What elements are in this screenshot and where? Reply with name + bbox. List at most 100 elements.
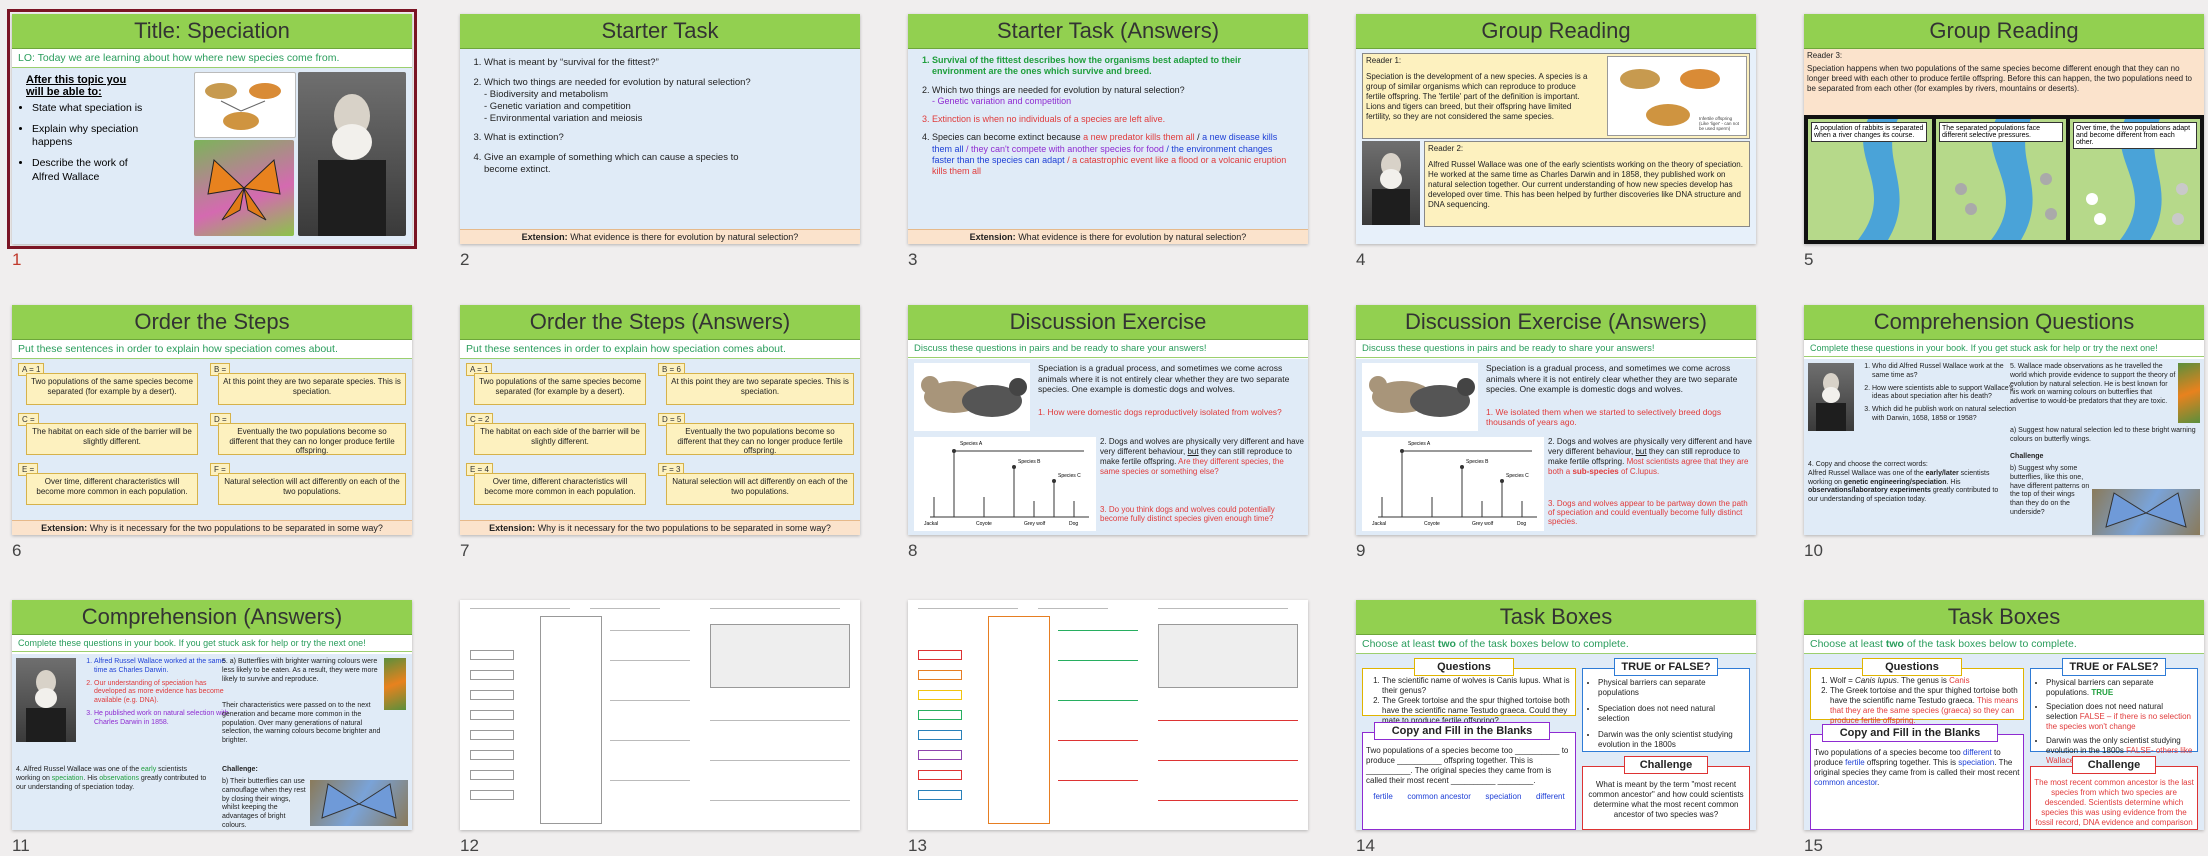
comic-panel-1: A population of rabbits is separated whe… xyxy=(1808,119,1932,240)
slide-number: 10 xyxy=(1804,541,1823,560)
blue-butterfly-image xyxy=(310,780,408,826)
slide-number: 4 xyxy=(1356,250,1366,269)
slide-number: 6 xyxy=(12,541,22,560)
question-2: 2. Dogs and wolves are physically very d… xyxy=(1100,437,1304,476)
reader-1-box: Reader 1: Speciation is the development … xyxy=(1362,53,1750,139)
liger-image: Infertile offspring (Like 'liger' - can … xyxy=(1607,56,1747,136)
phylogenetic-tree: Species A Species B Species C Jackal Coy… xyxy=(914,437,1096,531)
butterfly-image xyxy=(384,658,406,710)
answer-4: 4. Alfred Russel Wallace was one of the … xyxy=(16,766,207,791)
true-false-header: TRUE or FALSE? xyxy=(2062,658,2166,676)
instructions: Complete these questions in your book. I… xyxy=(12,635,412,652)
butterfly-image xyxy=(2178,363,2200,423)
question-2-option: - Biodiversity and metabolism xyxy=(484,88,609,100)
slide-title: Order the Steps xyxy=(12,305,412,340)
slide-body: Wolf = Canis lupus. The genus is Canis T… xyxy=(1804,654,2204,830)
slide-number: 8 xyxy=(908,541,918,560)
step-box: Natural selection will act differently o… xyxy=(666,473,854,505)
true-false-header: TRUE or FALSE? xyxy=(1614,658,1718,676)
wallace-portrait xyxy=(1808,363,1854,431)
slide-number: 14 xyxy=(1356,836,1375,855)
challenge-label: Challenge: xyxy=(222,766,258,773)
answer-2: 2. Dogs and wolves are physically very d… xyxy=(1548,437,1752,476)
slide-number: 3 xyxy=(908,250,918,269)
liger-caption: Infertile offspring (Like 'liger' - can … xyxy=(1699,116,1739,131)
challenge-header: Challenge xyxy=(1624,756,1708,774)
objective-item: Explain why speciation happens xyxy=(32,123,152,149)
slide-body: What is meant by “survival for the fitte… xyxy=(460,49,860,244)
slide-thumbnail-1[interactable]: Title: Speciation LO: Today we are learn… xyxy=(7,9,417,249)
slide-title: Group Reading xyxy=(1356,14,1756,49)
slide-thumbnail-6[interactable]: Order the Steps Put these sentences in o… xyxy=(12,305,412,535)
slide-body: A = 1 Two populations of the same specie… xyxy=(12,359,412,535)
answer-1: 1. We isolated them when we started to s… xyxy=(1486,407,1722,427)
question-2-option: - Genetic variation and competition xyxy=(484,100,631,112)
slide-number: 12 xyxy=(460,836,479,855)
learning-objective: LO: Today we are learning about how wher… xyxy=(12,49,412,68)
answer-5a-detail: Their characteristics were passed on to … xyxy=(222,702,381,744)
slide-number: 15 xyxy=(1804,836,1823,855)
slide-thumbnail-14[interactable]: Task Boxes Choose at least two of the ta… xyxy=(1356,600,1756,830)
slide-number: 9 xyxy=(1356,541,1366,560)
reader-3-label: Reader 3: xyxy=(1807,51,1843,60)
objective-item: Describe the work of Alfred Wallace xyxy=(32,157,152,183)
slide-thumbnail-10[interactable]: Comprehension Questions Complete these q… xyxy=(1804,305,2204,535)
slide-thumbnail-12[interactable] xyxy=(460,600,860,830)
slide-body: After this topic you will be able to: St… xyxy=(12,68,412,244)
slide-thumbnail-5[interactable]: Group Reading Reader 3: Speciation happe… xyxy=(1804,14,2204,244)
starter-questions: What is meant by “survival for the fitte… xyxy=(468,57,754,176)
question-4: Give an example of something which can c… xyxy=(484,152,754,176)
question-5b: b) Suggest why some butterflies, like th… xyxy=(2010,465,2090,516)
extension-bar: Extension: What evidence is there for ev… xyxy=(460,229,860,244)
question-2-option: - Environmental variation and meiosis xyxy=(484,112,643,124)
lion-tiger-liger-image xyxy=(194,72,296,138)
objectives-heading: After this topic you will be able to: xyxy=(26,74,127,98)
instructions: Choose at least two of the task boxes be… xyxy=(1804,635,2204,654)
fill-blanks-header: Copy and Fill in the Blanks xyxy=(1374,722,1550,740)
question-4: 4. Copy and choose the correct words: Al… xyxy=(1808,461,1999,503)
question-2: Which two things are needed for evolutio… xyxy=(484,77,754,125)
slide-thumbnail-4[interactable]: Group Reading Reader 1: Speciation is th… xyxy=(1356,14,1756,244)
slide-thumbnail-13[interactable] xyxy=(908,600,1308,830)
step-box: Two populations of the same species beco… xyxy=(474,373,646,405)
questions-header: Questions xyxy=(1414,658,1514,676)
step-box: Eventually the two populations become so… xyxy=(218,423,406,455)
reader-1-label: Reader 1: xyxy=(1366,56,1402,65)
slide-body: Speciation is a gradual process, and som… xyxy=(908,359,1308,535)
slide-thumbnail-11[interactable]: Comprehension (Answers) Complete these q… xyxy=(12,600,412,830)
slide-body: A = 1 Two populations of the same specie… xyxy=(460,359,860,535)
step-box: Over time, different characteristics wil… xyxy=(474,473,646,505)
question-5a: a) Suggest how natural selection led to … xyxy=(2010,427,2196,443)
slide-thumbnail-2[interactable]: Starter Task What is meant by “survival … xyxy=(460,14,860,244)
slide-thumbnail-7[interactable]: Order the Steps (Answers) Put these sent… xyxy=(460,305,860,535)
fill-blanks-box: Two populations of a species become too … xyxy=(1810,734,2024,830)
extension-bar: Extension: Why is it necessary for the t… xyxy=(460,520,860,535)
instructions: Choose at least two of the task boxes be… xyxy=(1356,635,1756,654)
step-box: At this point they are two separate spec… xyxy=(666,373,854,405)
instructions: Discuss these questions in pairs and be … xyxy=(1356,340,1756,358)
answer-3: Extinction is when no individuals of a s… xyxy=(932,114,1292,125)
slide-thumbnail-15[interactable]: Task Boxes Choose at least two of the ta… xyxy=(1804,600,2204,830)
slide-number: 7 xyxy=(460,541,470,560)
slide-number: 5 xyxy=(1804,250,1814,269)
slide-title: Discussion Exercise xyxy=(908,305,1308,340)
step-box: At this point they are two separate spec… xyxy=(218,373,406,405)
extension-bar: Extension: Why is it necessary for the t… xyxy=(12,520,412,535)
phylogenetic-tree: Species A Species B Species C Jackal Coy… xyxy=(1362,437,1544,531)
answer-5a: 5. a) Butterflies with brighter warning … xyxy=(222,658,378,683)
slide-title: Starter Task (Answers) xyxy=(908,14,1308,49)
slide-body: Survival of the fittest describes how th… xyxy=(908,49,1308,244)
true-false-box: Physical barriers can separate populatio… xyxy=(2030,668,2198,765)
answer-1: Survival of the fittest describes how th… xyxy=(932,55,1292,78)
slide-title: Group Reading xyxy=(1804,14,2204,49)
slide-title: Discussion Exercise (Answers) xyxy=(1356,305,1756,340)
instructions: Put these sentences in order to explain … xyxy=(12,340,412,359)
slide-thumbnail-9[interactable]: Discussion Exercise (Answers) Discuss th… xyxy=(1356,305,1756,535)
alfred-wallace-portrait xyxy=(298,72,406,236)
slide-thumbnail-8[interactable]: Discussion Exercise Discuss these questi… xyxy=(908,305,1308,535)
slide-thumbnail-3[interactable]: Starter Task (Answers) Survival of the f… xyxy=(908,14,1308,244)
slide-title: Starter Task xyxy=(460,14,860,49)
intro-text: Speciation is a gradual process, and som… xyxy=(1038,363,1290,395)
worksheet-preview xyxy=(460,600,860,830)
slide-title: Task Boxes xyxy=(1356,600,1756,635)
